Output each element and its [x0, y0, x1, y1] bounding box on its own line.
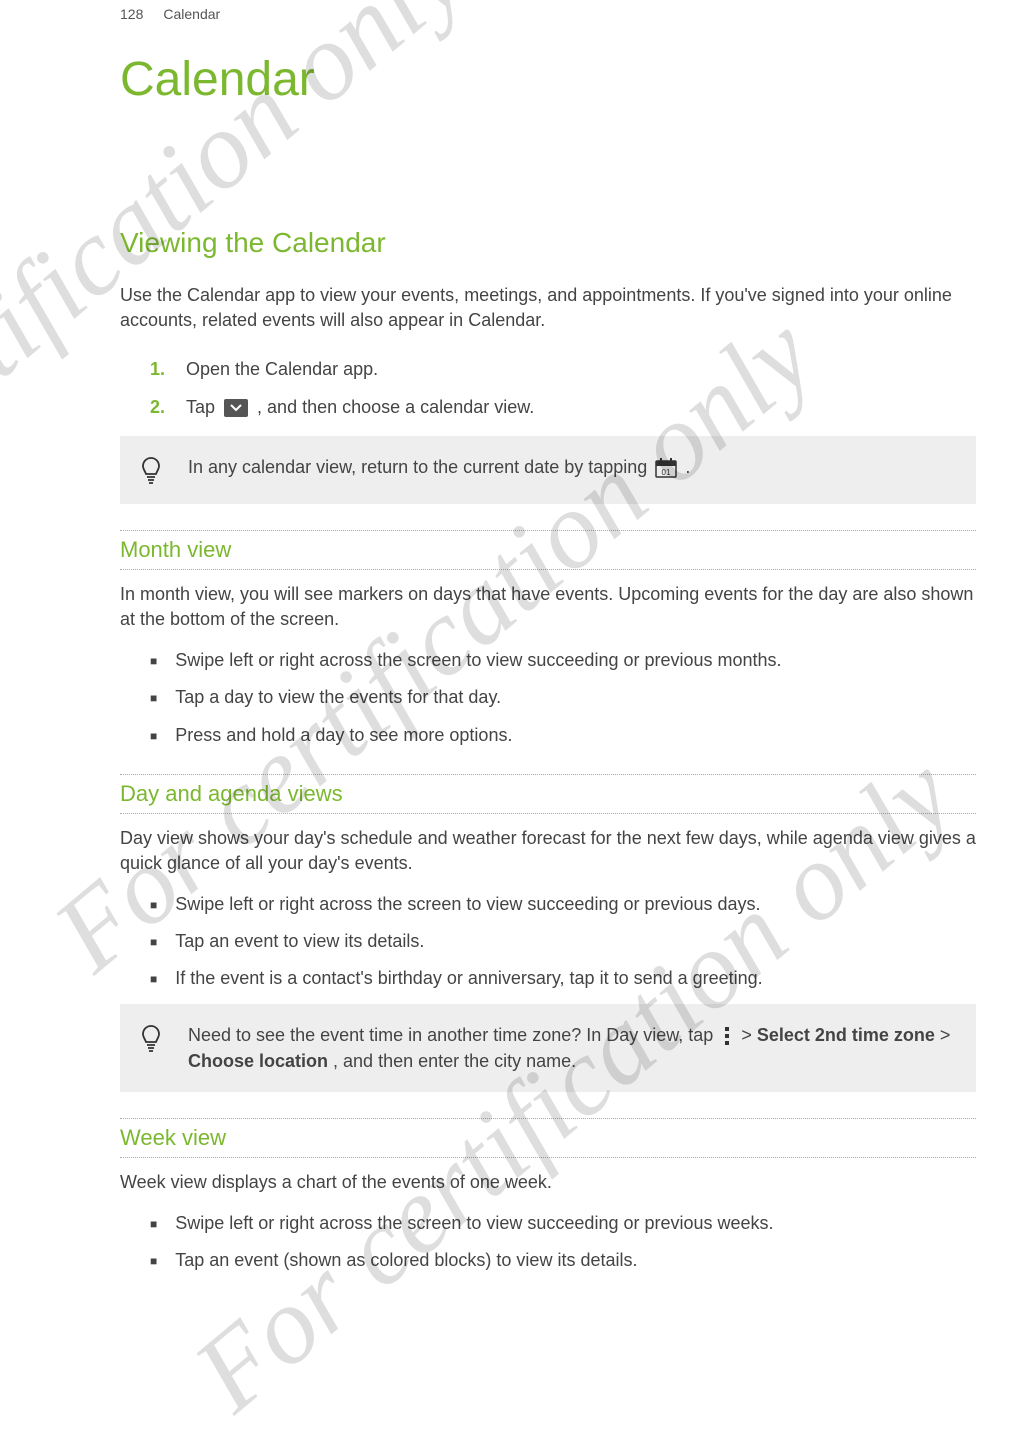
step-text: Tap , and then choose a calendar view. — [186, 395, 534, 420]
subsection-heading: Day and agenda views — [120, 774, 976, 814]
body-paragraph: In month view, you will see markers on d… — [120, 582, 976, 632]
bullet-marker: ■ — [150, 728, 157, 745]
list-item: ■ Swipe left or right across the screen t… — [150, 892, 976, 917]
bullet-marker: ■ — [150, 1253, 157, 1270]
step-item: 1. Open the Calendar app. — [150, 357, 976, 382]
list-item-text: Swipe left or right across the screen to… — [175, 648, 781, 673]
list-item: ■ Tap a day to view the events for that d… — [150, 685, 976, 710]
step-number: 2. — [150, 395, 168, 420]
tip-sep: > — [940, 1025, 951, 1045]
lightbulb-icon — [140, 456, 162, 486]
calendar-today-icon: 01 — [655, 458, 677, 478]
list-item-text: Tap an event (shown as colored blocks) t… — [175, 1248, 637, 1273]
list-item-text: Swipe left or right across the screen to… — [175, 1211, 773, 1236]
list-item: ■ If the event is a contact's birthday or… — [150, 966, 976, 991]
tip-text-before: Need to see the event time in another ti… — [188, 1025, 718, 1045]
list-item: ■ Press and hold a day to see more option… — [150, 723, 976, 748]
subsection-heading: Week view — [120, 1118, 976, 1158]
list-item: ■ Tap an event to view its details. — [150, 929, 976, 954]
lightbulb-icon — [140, 1024, 162, 1054]
step-text: Open the Calendar app. — [186, 357, 378, 382]
bullet-marker: ■ — [150, 971, 157, 988]
step-item: 2. Tap , and then choose a calendar view… — [150, 395, 976, 420]
tip-text-before: In any calendar view, return to the curr… — [188, 457, 652, 477]
subsection-heading: Month view — [120, 530, 976, 570]
page-number: 128 — [120, 6, 143, 22]
tip-text-after: , and then enter the city name. — [333, 1051, 576, 1071]
svg-text:01: 01 — [662, 468, 671, 477]
list-item: ■ Tap an event (shown as colored blocks) … — [150, 1248, 976, 1273]
tip-text-after: . — [685, 457, 690, 477]
list-item-text: Swipe left or right across the screen to… — [175, 892, 760, 917]
menu-dots-icon — [722, 1026, 732, 1046]
list-item-text: Press and hold a day to see more options… — [175, 723, 512, 748]
tip-bold: Select 2nd time zone — [757, 1025, 935, 1045]
bullet-marker: ■ — [150, 690, 157, 707]
dropdown-icon — [224, 399, 248, 417]
bullet-list: ■ Swipe left or right across the screen t… — [150, 648, 976, 748]
bullet-marker: ■ — [150, 897, 157, 914]
section-heading: Viewing the Calendar — [120, 227, 976, 259]
tip-text: Need to see the event time in another ti… — [188, 1022, 956, 1074]
list-item-text: If the event is a contact's birthday or … — [175, 966, 762, 991]
intro-paragraph: Use the Calendar app to view your events… — [120, 283, 976, 333]
step-text-before: Tap — [186, 397, 220, 417]
steps-list: 1. Open the Calendar app. 2. Tap , and t… — [150, 357, 976, 419]
header-section: Calendar — [163, 6, 220, 22]
page-title: Calendar — [120, 52, 976, 107]
tip-box: Need to see the event time in another ti… — [120, 1004, 976, 1092]
bullet-list: ■ Swipe left or right across the screen t… — [150, 1211, 976, 1273]
tip-sep: > — [741, 1025, 757, 1045]
list-item: ■ Swipe left or right across the screen t… — [150, 1211, 976, 1236]
step-text-after: , and then choose a calendar view. — [257, 397, 534, 417]
page-content: Calendar Viewing the Calendar Use the Ca… — [0, 22, 1016, 1273]
list-item-text: Tap an event to view its details. — [175, 929, 424, 954]
list-item-text: Tap a day to view the events for that da… — [175, 685, 501, 710]
tip-text: In any calendar view, return to the curr… — [188, 454, 690, 480]
step-number: 1. — [150, 357, 168, 382]
tip-bold: Choose location — [188, 1051, 328, 1071]
body-paragraph: Week view displays a chart of the events… — [120, 1170, 976, 1195]
tip-box: In any calendar view, return to the curr… — [120, 436, 976, 504]
body-paragraph: Day view shows your day's schedule and w… — [120, 826, 976, 876]
bullet-marker: ■ — [150, 934, 157, 951]
bullet-marker: ■ — [150, 653, 157, 670]
list-item: ■ Swipe left or right across the screen t… — [150, 648, 976, 673]
page-header: 128 Calendar — [0, 0, 1016, 22]
bullet-marker: ■ — [150, 1216, 157, 1233]
bullet-list: ■ Swipe left or right across the screen t… — [150, 892, 976, 992]
